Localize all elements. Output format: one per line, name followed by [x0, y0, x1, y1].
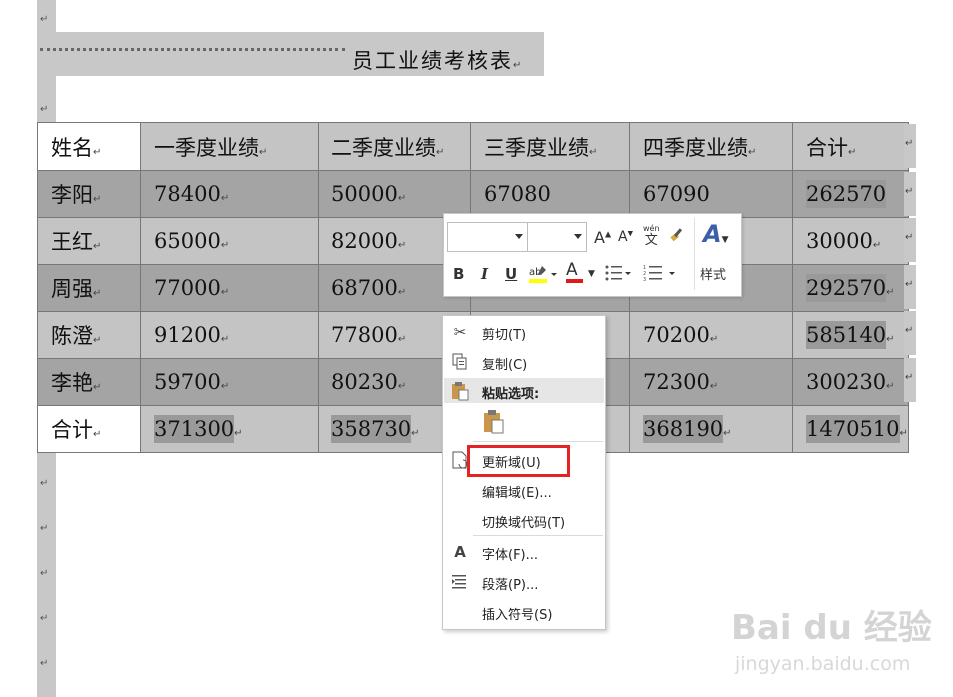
font-icon: A: [454, 543, 466, 561]
watermark-logo: Bai du 经验: [731, 608, 932, 648]
copy-icon: [451, 353, 469, 371]
cell-q1[interactable]: 65000↵: [140, 217, 319, 265]
highlight-color-icon[interactable]: ab: [528, 263, 558, 289]
menu-item-font[interactable]: A 字体(F)...: [443, 538, 605, 566]
cell-total[interactable]: 262570: [792, 170, 909, 218]
row-end-marker: ↵: [904, 218, 916, 262]
bullet-list-icon[interactable]: [605, 264, 631, 286]
paragraph-mark: ↵: [40, 658, 49, 669]
paragraph-mark: ↵: [40, 14, 49, 25]
cell-q4[interactable]: 72300↵: [629, 358, 793, 406]
menu-item-paragraph[interactable]: 段落(P)...: [443, 568, 605, 596]
watermark-url: jingyan.baidu.com: [735, 653, 911, 675]
menu-item-insert-symbol[interactable]: 插入符号(S): [443, 598, 605, 626]
underline-button[interactable]: U: [505, 265, 517, 283]
cell-q2[interactable]: 50000↵: [318, 170, 471, 218]
menu-item-copy[interactable]: 复制(C): [443, 348, 605, 376]
chevron-down-icon: [515, 234, 523, 239]
highlight-annotation-box: [467, 445, 570, 477]
cell-q3[interactable]: 67080: [470, 170, 630, 218]
table-row: 李阳↵ 78400↵ 50000↵ 67080 67090 262570: [37, 170, 909, 218]
row-end-marker: ↵: [904, 358, 916, 402]
scissors-icon: ✂: [453, 323, 467, 341]
cell-q1[interactable]: 59700↵: [140, 358, 319, 406]
paragraph-mark: ↵: [40, 478, 49, 489]
paragraph-mark: ↵: [40, 104, 49, 115]
grow-font-button[interactable]: A▲: [594, 228, 611, 247]
cell-name[interactable]: 周强↵: [37, 264, 141, 312]
font-size-combo[interactable]: [527, 222, 587, 252]
paragraph-icon: [451, 573, 469, 591]
cell-q1[interactable]: 78400↵: [140, 170, 319, 218]
row-end-marker: ↵: [904, 172, 916, 216]
cell-total[interactable]: 292570↵: [792, 264, 909, 312]
header-name[interactable]: 姓名↵: [37, 122, 141, 171]
paragraph-mark: ↵: [40, 523, 49, 534]
row-end-marker: ↵: [904, 311, 916, 355]
cell-name[interactable]: 李阳↵: [37, 170, 141, 218]
header-q4[interactable]: 四季度业绩↵: [629, 122, 793, 171]
menu-item-edit-field[interactable]: 编辑域(E)...: [443, 476, 605, 504]
paragraph-mark: ↵: [40, 568, 49, 579]
phonetic-guide-button[interactable]: wén 文: [643, 224, 660, 247]
mini-toolbar: A▲ A▼ wén 文 A▼ 样式 B I U ab A ▼ 123: [443, 213, 742, 297]
bold-button[interactable]: B: [453, 265, 464, 283]
svg-text:3: 3: [643, 277, 646, 282]
cell-q4[interactable]: 67090: [629, 170, 793, 218]
cell-total[interactable]: 585140↵: [792, 311, 909, 359]
menu-separator: [473, 535, 603, 536]
row-end-marker: ↵: [904, 124, 916, 168]
table-header-row: 姓名↵ 一季度业绩↵ 二季度业绩↵ 三季度业绩↵ 四季度业绩↵ 合计↵: [37, 122, 909, 171]
menu-separator: [473, 441, 603, 442]
title-leader-dots: [40, 48, 345, 51]
format-painter-icon[interactable]: [668, 226, 686, 248]
cell-name[interactable]: 李艳↵: [37, 358, 141, 406]
cell-name[interactable]: 合计↵: [37, 405, 141, 453]
numbered-list-icon[interactable]: 123: [643, 264, 677, 286]
paragraph-mark: ↵: [40, 613, 49, 624]
cell-q1[interactable]: 371300↵: [140, 405, 319, 453]
header-total[interactable]: 合计↵: [792, 122, 909, 171]
clipboard-icon: [484, 410, 504, 434]
chevron-down-icon[interactable]: ▼: [588, 269, 595, 279]
paste-keep-source-button[interactable]: [481, 408, 507, 436]
cell-total[interactable]: 30000↵: [792, 217, 909, 265]
cell-q1[interactable]: 91200↵: [140, 311, 319, 359]
font-name-combo[interactable]: [447, 222, 528, 252]
menu-item-cut[interactable]: ✂ 剪切(T): [443, 318, 605, 346]
header-q3[interactable]: 三季度业绩↵: [470, 122, 630, 171]
font-color-icon[interactable]: A: [566, 262, 583, 283]
cell-q1[interactable]: 77000↵: [140, 264, 319, 312]
header-q2[interactable]: 二季度业绩↵: [318, 122, 471, 171]
cell-q4[interactable]: 368190↵: [629, 405, 793, 453]
row-end-marker: ↵: [904, 265, 916, 309]
clipboard-icon: [451, 381, 469, 405]
document-title[interactable]: 员工业绩考核表↵: [352, 45, 523, 75]
chevron-down-icon: [574, 234, 582, 239]
cell-q4[interactable]: 70200↵: [629, 311, 793, 359]
paste-options-header: 粘贴选项:: [444, 378, 604, 403]
styles-button-label[interactable]: 样式: [700, 264, 726, 283]
cell-name[interactable]: 王红↵: [37, 217, 141, 265]
cell-total[interactable]: 300230↵: [792, 358, 909, 406]
styles-icon[interactable]: A▼: [703, 220, 729, 248]
header-q1[interactable]: 一季度业绩↵: [140, 122, 319, 171]
shrink-font-button[interactable]: A▼: [618, 229, 633, 245]
cell-name[interactable]: 陈澄↵: [37, 311, 141, 359]
menu-item-toggle-field-codes[interactable]: 切换域代码(T): [443, 506, 605, 534]
italic-button[interactable]: I: [481, 265, 488, 283]
cell-total[interactable]: 1470510↵: [792, 405, 909, 453]
toolbar-divider: [694, 218, 695, 290]
